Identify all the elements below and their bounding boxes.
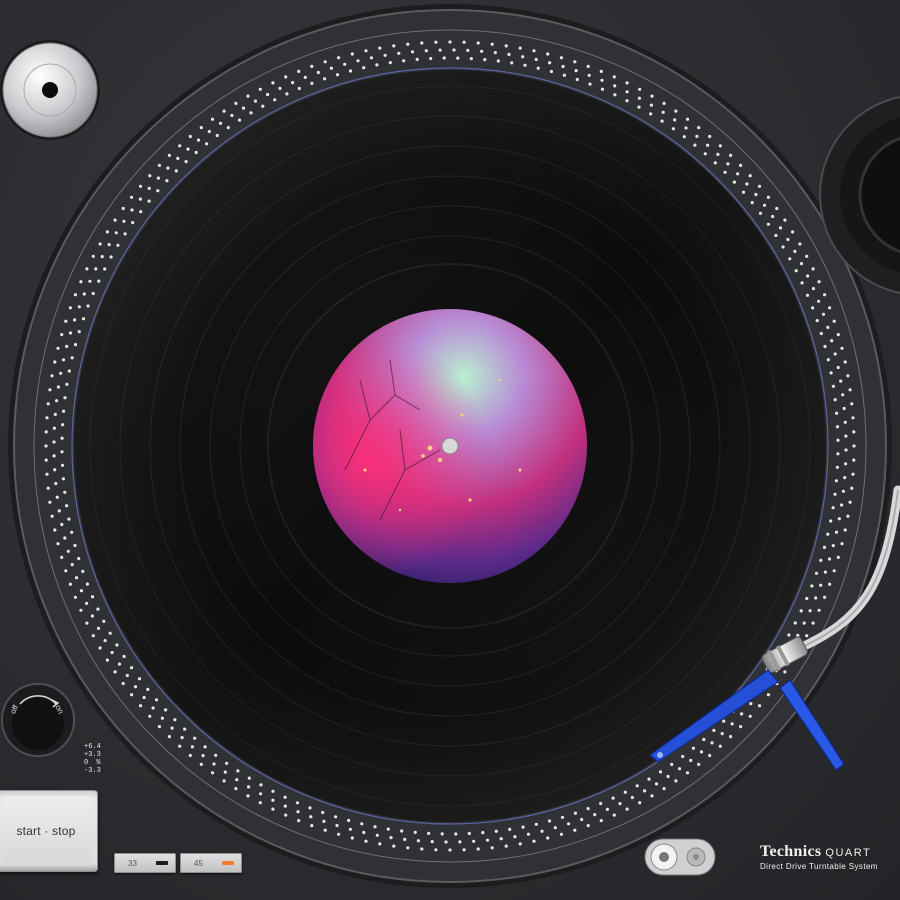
pitch-unit: % bbox=[96, 759, 101, 767]
speed-45-label: 45 bbox=[194, 858, 203, 868]
speed-33-led bbox=[156, 861, 168, 865]
pitch-value: 0 bbox=[84, 759, 89, 767]
pitch-value: -3.3 bbox=[84, 767, 101, 775]
adapter-icon bbox=[0, 40, 100, 140]
tonearm-icon[interactable] bbox=[640, 470, 900, 780]
target-light-icon[interactable] bbox=[644, 838, 718, 878]
speed-45-button[interactable]: 45 bbox=[180, 853, 242, 873]
headshell-icon[interactable] bbox=[649, 669, 845, 771]
brand-name: Technics bbox=[760, 843, 822, 860]
start-stop-label: start · stop bbox=[2, 796, 90, 866]
speed-33-button[interactable]: 33 bbox=[114, 853, 176, 873]
brand-logo: Technics QUART Direct Drive Turntable Sys… bbox=[760, 843, 878, 871]
start-stop-button[interactable]: start · stop bbox=[0, 790, 98, 872]
power-dial-icon[interactable] bbox=[0, 682, 80, 762]
spindle bbox=[441, 437, 459, 455]
turntable-deck: off on +6.4 +3.3 0% -3.3 start · stop 33… bbox=[0, 0, 900, 900]
brand-subtitle: Direct Drive Turntable System bbox=[760, 862, 878, 871]
tonearm-base bbox=[819, 96, 900, 294]
pitch-indicator: +6.4 +3.3 0% -3.3 bbox=[84, 743, 101, 775]
pitch-value: +6.4 bbox=[84, 743, 101, 751]
speed-33-label: 33 bbox=[128, 858, 137, 868]
speed-45-led bbox=[222, 861, 234, 865]
pitch-value: +3.3 bbox=[84, 751, 101, 759]
brand-suffix: QUART bbox=[825, 847, 872, 859]
